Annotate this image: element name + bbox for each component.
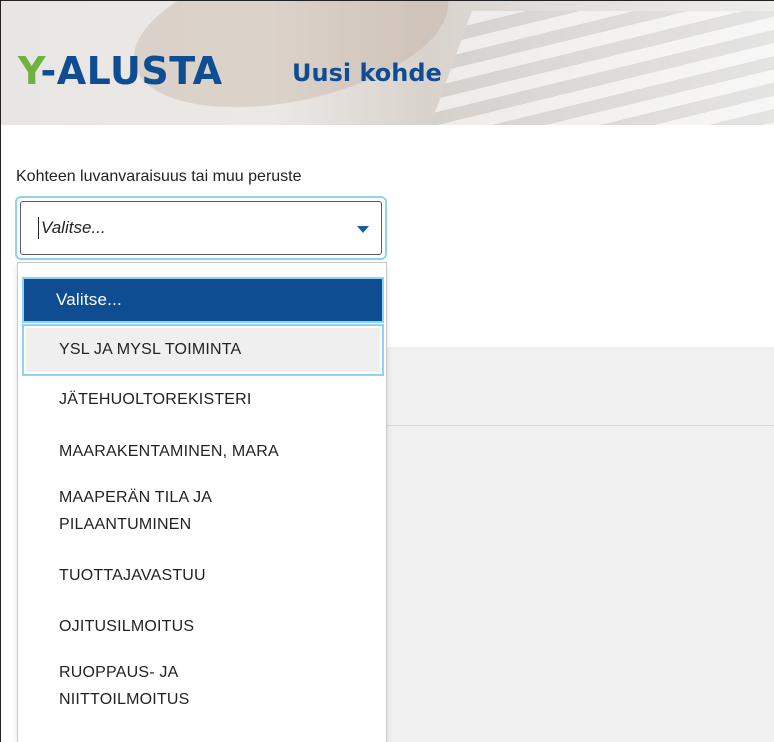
basis-select[interactable]: Valitse...: [15, 196, 387, 260]
field-label: Kohteen luvanvaraisuus tai muu peruste: [16, 168, 302, 185]
option-tuottajavastuu[interactable]: TUOTTAJAVASTUU: [18, 562, 386, 589]
option-maaperan-tila[interactable]: MAAPERÄN TILA JA PILAANTUMINEN: [18, 484, 386, 538]
option-maarakentaminen-mara[interactable]: MAARAKENTAMINEN, MARA: [18, 438, 386, 465]
content-panel: [387, 347, 774, 742]
option-valitse[interactable]: Valitse...: [22, 277, 384, 323]
select-control[interactable]: Valitse...: [20, 201, 382, 255]
option-ruoppaus-ja-niittoilmoitus[interactable]: RUOPPAUS- JA NIITTOILMOITUS: [18, 659, 386, 713]
select-dropdown-menu: Valitse... YSL JA MYSL TOIMINTA JÄTEHUOL…: [17, 262, 387, 742]
header-banner: Y-ALUSTA Uusi kohde: [1, 1, 774, 125]
app-logo: Y-ALUSTA: [18, 49, 223, 93]
option-jatehuoltorekisteri[interactable]: JÄTEHUOLTOREKISTERI: [18, 386, 386, 413]
banner-decoration: [410, 11, 774, 125]
caret-down-icon[interactable]: [357, 226, 369, 233]
page-title: Uusi kohde: [292, 59, 442, 87]
divider: [387, 425, 774, 426]
option-ojitusilmoitus[interactable]: OJITUSILMOITUS: [18, 613, 386, 640]
select-value: Valitse...: [38, 217, 106, 239]
option-ysl-ja-mysl-toiminta[interactable]: YSL JA MYSL TOIMINTA: [22, 324, 384, 376]
